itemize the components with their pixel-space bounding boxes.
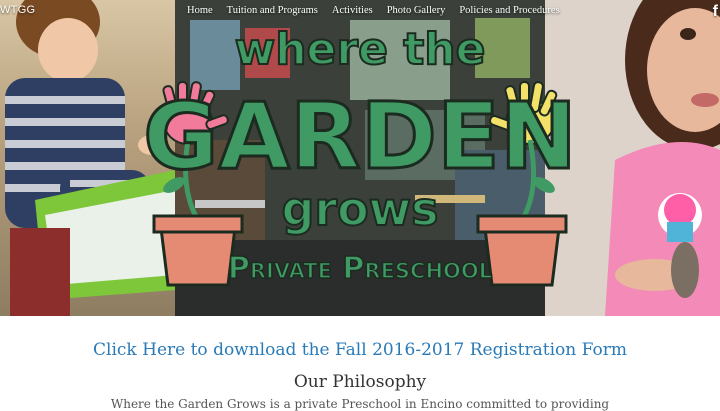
philosophy-heading: Our Philosophy xyxy=(293,372,427,392)
facebook-icon[interactable]: f xyxy=(713,3,718,21)
nav-activities[interactable]: Activities xyxy=(325,5,380,16)
logo-line-3: grows xyxy=(281,182,438,236)
nav-tuition-and-programs[interactable]: Tuition and Programs xyxy=(220,5,325,16)
nav-policies-and-procedures[interactable]: Policies and Procedures xyxy=(452,5,566,16)
main-nav: Home Tuition and Programs Activities Pho… xyxy=(180,5,567,16)
logo-line-1: where the xyxy=(235,24,486,75)
nav-home[interactable]: Home xyxy=(180,5,220,16)
logo-line-4: Private Preschool xyxy=(228,251,492,286)
registration-form-link[interactable]: Click Here to download the Fall 2016-201… xyxy=(0,340,720,360)
logo-line-2: GARDEN xyxy=(143,83,577,190)
preschool-logo: where the GARDEN grows Private Preschool xyxy=(142,23,579,287)
hero-banner: where the GARDEN grows Private Preschool… xyxy=(0,0,720,316)
site-brand[interactable]: WTGG xyxy=(0,4,35,16)
nav-photo-gallery[interactable]: Photo Gallery xyxy=(380,5,453,16)
philosophy-text: Where the Garden Grows is a private Pres… xyxy=(110,397,610,411)
